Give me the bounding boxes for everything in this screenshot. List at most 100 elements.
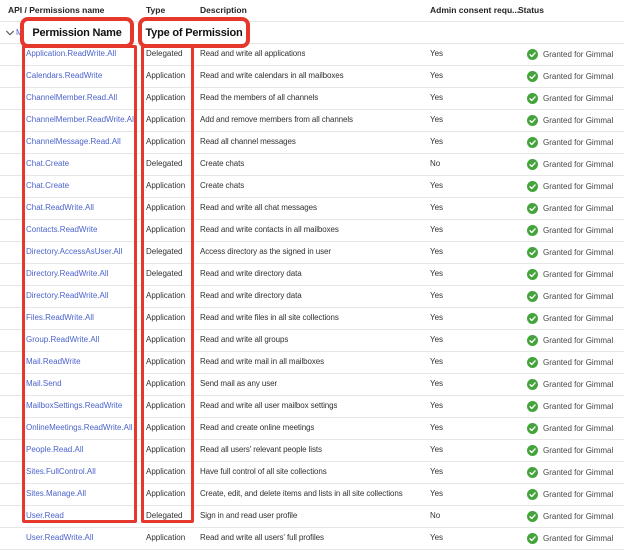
permission-name-link[interactable]: User.ReadWrite.All <box>26 528 93 548</box>
permission-name-link[interactable]: Application.ReadWrite.All <box>26 44 116 64</box>
status-cell: Granted for Gimmal <box>527 396 613 417</box>
granted-check-icon <box>527 533 538 544</box>
permission-description: Read and write directory data <box>200 264 302 284</box>
granted-check-icon <box>527 49 538 60</box>
status-cell: Granted for Gimmal <box>527 176 613 197</box>
permission-name-link[interactable]: ChannelMember.Read.All <box>26 88 117 108</box>
permission-type: Application <box>146 198 185 218</box>
granted-check-icon <box>527 489 538 500</box>
permission-type: Delegated <box>146 44 182 64</box>
permission-name-link[interactable]: Mail.ReadWrite <box>26 352 81 372</box>
admin-consent-required: Yes <box>430 440 443 460</box>
status-cell: Granted for Gimmal <box>527 418 613 439</box>
status-cell: Granted for Gimmal <box>527 484 613 505</box>
granted-check-icon <box>527 423 538 434</box>
granted-check-icon <box>527 379 538 390</box>
granted-check-icon <box>527 401 538 412</box>
permission-name-link[interactable]: Sites.Manage.All <box>26 484 86 504</box>
admin-consent-required: Yes <box>430 374 443 394</box>
admin-consent-required: Yes <box>430 352 443 372</box>
permission-description: Read and write all groups <box>200 330 288 350</box>
status-cell: Granted for Gimmal <box>527 88 613 109</box>
table-row: ChannelMember.ReadWrite.All Application … <box>0 110 624 132</box>
status-cell: Granted for Gimmal <box>527 132 613 153</box>
permission-type: Delegated <box>146 154 182 174</box>
permission-name-link[interactable]: Chat.Create <box>26 154 69 174</box>
permission-description: Create chats <box>200 154 244 174</box>
table-row: ChannelMember.Read.All Application Read … <box>0 88 624 110</box>
column-header-description: Description <box>200 0 247 21</box>
status-text: Granted for Gimmal <box>543 67 613 87</box>
permission-name-link[interactable]: Group.ReadWrite.All <box>26 330 99 350</box>
permission-description: Create, edit, and delete items and lists… <box>200 484 403 504</box>
permission-name-link[interactable]: Chat.Create <box>26 176 69 196</box>
table-row: Chat.Create Application Create chats Yes… <box>0 176 624 198</box>
status-text: Granted for Gimmal <box>543 507 613 527</box>
granted-check-icon <box>527 115 538 126</box>
status-text: Granted for Gimmal <box>543 133 613 153</box>
permission-description: Have full control of all site collection… <box>200 462 327 482</box>
permission-type: Application <box>146 176 185 196</box>
permission-name-link[interactable]: Mail.Send <box>26 374 62 394</box>
permission-description: Read and write all user mailbox settings <box>200 396 337 416</box>
permission-type: Application <box>146 396 185 416</box>
permission-name-link[interactable]: Calendars.ReadWrite <box>26 66 102 86</box>
permission-type: Application <box>146 132 185 152</box>
status-text: Granted for Gimmal <box>543 177 613 197</box>
api-group-label[interactable]: M <box>16 22 23 43</box>
granted-check-icon <box>527 137 538 148</box>
permission-type: Application <box>146 330 185 350</box>
granted-check-icon <box>527 445 538 456</box>
admin-consent-required: Yes <box>430 132 443 152</box>
table-row: Contacts.ReadWrite Application Read and … <box>0 220 624 242</box>
permission-name-link[interactable]: Chat.ReadWrite.All <box>26 198 94 218</box>
status-cell: Granted for Gimmal <box>527 264 613 285</box>
permission-name-link[interactable]: ChannelMessage.Read.All <box>26 132 121 152</box>
status-cell: Granted for Gimmal <box>527 66 613 87</box>
status-text: Granted for Gimmal <box>543 111 613 131</box>
granted-check-icon <box>527 511 538 522</box>
status-text: Granted for Gimmal <box>543 331 613 351</box>
permission-name-link[interactable]: Directory.ReadWrite.All <box>26 286 108 306</box>
admin-consent-required: Yes <box>430 330 443 350</box>
permission-type: Application <box>146 110 185 130</box>
permission-name-link[interactable]: Directory.AccessAsUser.All <box>26 242 122 262</box>
permission-name-link[interactable]: MailboxSettings.ReadWrite <box>26 396 122 416</box>
admin-consent-required: Yes <box>430 396 443 416</box>
permission-name-link[interactable]: Directory.ReadWrite.All <box>26 264 108 284</box>
admin-consent-required: Yes <box>430 110 443 130</box>
status-text: Granted for Gimmal <box>543 375 613 395</box>
permission-name-link[interactable]: People.Read.All <box>26 440 83 460</box>
permission-description: Read and write directory data <box>200 286 302 306</box>
permission-name-link[interactable]: User.Read <box>26 506 64 526</box>
granted-check-icon <box>527 225 538 236</box>
permission-name-link[interactable]: ChannelMember.ReadWrite.All <box>26 110 134 130</box>
permission-name-link[interactable]: Contacts.ReadWrite <box>26 220 97 240</box>
permission-description: Read and create online meetings <box>200 418 314 438</box>
admin-consent-required: Yes <box>430 308 443 328</box>
status-text: Granted for Gimmal <box>543 463 613 483</box>
table-row: Sites.FullControl.All Application Have f… <box>0 462 624 484</box>
permission-type: Application <box>146 352 185 372</box>
permission-description: Access directory as the signed in user <box>200 242 331 262</box>
table-row: Files.ReadWrite.All Application Read and… <box>0 308 624 330</box>
permission-type: Application <box>146 528 185 548</box>
permission-type: Application <box>146 462 185 482</box>
permission-description: Read the members of all channels <box>200 88 318 108</box>
table-row: Directory.AccessAsUser.All Delegated Acc… <box>0 242 624 264</box>
permission-type: Delegated <box>146 506 182 526</box>
permission-name-link[interactable]: OnlineMeetings.ReadWrite.All <box>26 418 133 438</box>
column-header-status: Status <box>518 0 544 21</box>
status-cell: Granted for Gimmal <box>527 352 613 373</box>
admin-consent-required: Yes <box>430 418 443 438</box>
permission-name-link[interactable]: Sites.FullControl.All <box>26 462 96 482</box>
admin-consent-required: No <box>430 154 440 174</box>
granted-check-icon <box>527 203 538 214</box>
permission-type: Application <box>146 286 185 306</box>
granted-check-icon <box>527 247 538 258</box>
chevron-down-icon[interactable] <box>5 28 15 38</box>
admin-consent-required: Yes <box>430 88 443 108</box>
permission-type: Application <box>146 440 185 460</box>
status-text: Granted for Gimmal <box>543 221 613 241</box>
permission-name-link[interactable]: Files.ReadWrite.All <box>26 308 94 328</box>
